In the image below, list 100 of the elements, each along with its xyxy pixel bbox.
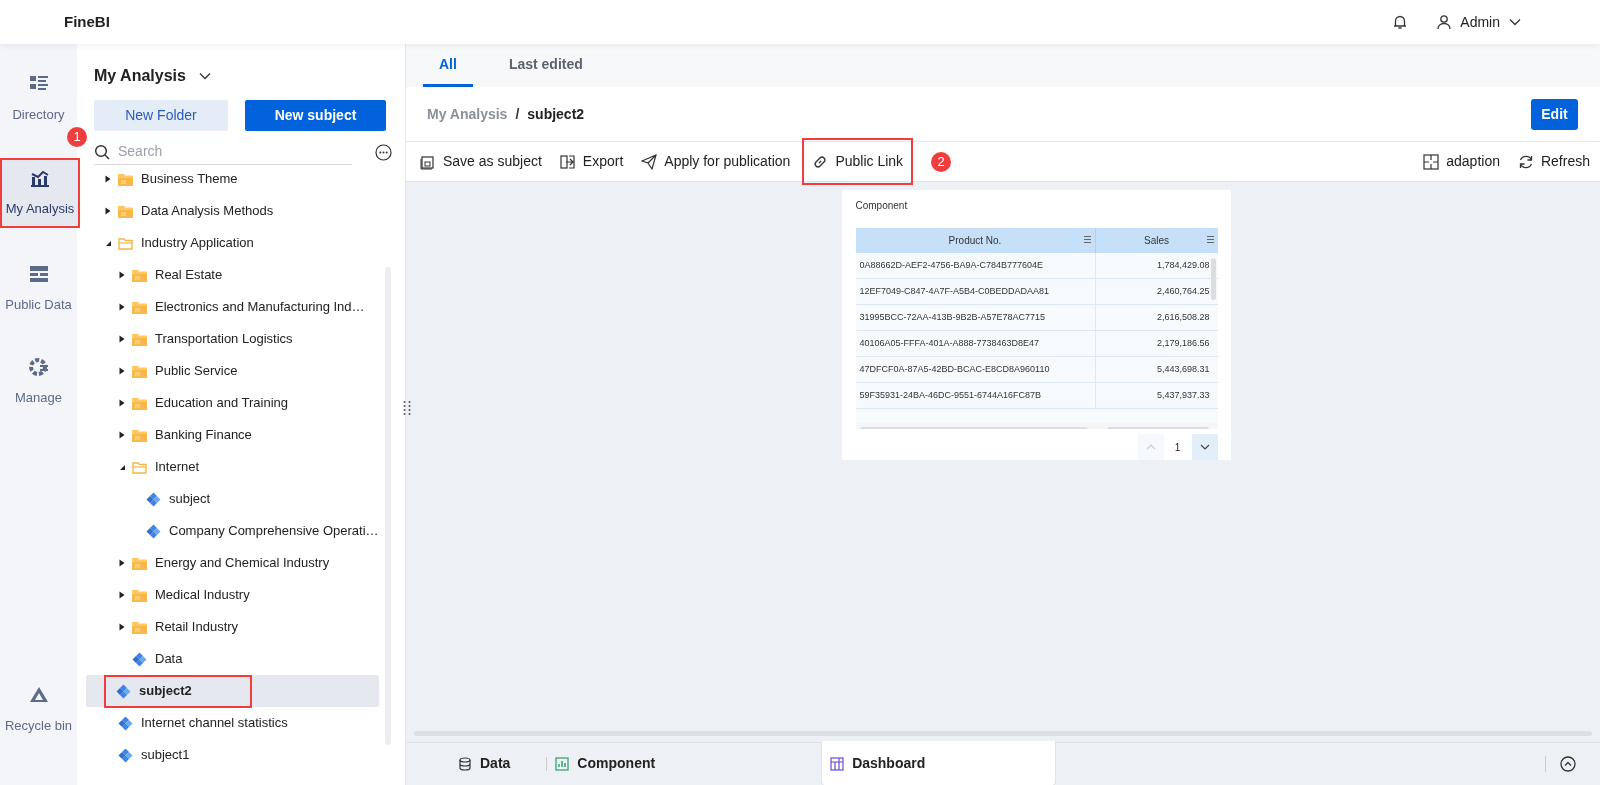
- toolbar-button[interactable]: Apply for publication: [641, 146, 791, 177]
- nav-item[interactable]: Recycle bin: [0, 675, 77, 745]
- table-cell: 0A88662D-AEF2-4756-BA9A-C784B777604E: [855, 253, 1096, 278]
- export-icon: [559, 153, 576, 170]
- send-icon: [641, 153, 658, 170]
- tree-item[interactable]: Business Theme: [86, 163, 379, 195]
- nav-item[interactable]: Manage: [0, 347, 77, 417]
- edit-button[interactable]: Edit: [1531, 98, 1578, 130]
- folder-icon: [132, 396, 147, 410]
- database-icon: [458, 756, 472, 771]
- table-cell-text: 2,616,508.28: [1155, 310, 1211, 324]
- user-icon: [1436, 14, 1453, 30]
- triangle-right-icon[interactable]: [118, 431, 126, 439]
- folder-icon: [132, 332, 147, 346]
- chevron-down-icon: [1199, 442, 1210, 452]
- toolbar-button[interactable]: Public Link: [802, 138, 914, 185]
- tree-item[interactable]: Internet channel statistics: [86, 707, 379, 739]
- toolbar-button[interactable]: Save as subject: [420, 146, 542, 177]
- folder-icon: [118, 236, 133, 250]
- bottom-tab[interactable]: Dashboard: [821, 741, 1057, 785]
- folder-icon: [132, 268, 147, 282]
- table-cell-text: 2,179,186.56: [1155, 336, 1211, 350]
- settings-icon: [27, 356, 50, 379]
- more-icon[interactable]: [375, 143, 392, 161]
- bottom-tab[interactable]: Component: [555, 742, 692, 785]
- triangle-right-icon[interactable]: [118, 303, 126, 311]
- diamond-icon: [118, 747, 133, 763]
- search-icon: [94, 143, 110, 160]
- step-badge: 2: [931, 151, 952, 172]
- grid-icon: [830, 756, 845, 771]
- user-menu[interactable]: Admin: [1436, 11, 1522, 33]
- triangle-right-icon[interactable]: [118, 559, 126, 567]
- tree-item[interactable]: Public Service: [86, 355, 379, 387]
- tree-item[interactable]: Industry Application: [86, 227, 379, 259]
- table-cell: 47DFCF0A-87A5-42BD-BCAC-E8CD8A960110: [855, 357, 1096, 382]
- table-cell: 12EF7049-C847-4A7F-A5B4-C0BEDDADAA81: [855, 279, 1096, 304]
- new-subject-button[interactable]: New subject: [245, 100, 386, 131]
- nav-item[interactable]: My Analysis: [0, 158, 80, 228]
- diamond-icon: [146, 491, 161, 507]
- tree-item[interactable]: Real Estate: [86, 259, 379, 291]
- folder-icon: [118, 204, 133, 218]
- tree-item[interactable]: Education and Training: [86, 387, 379, 419]
- drag-handle-icon[interactable]: [403, 400, 411, 416]
- tree-item[interactable]: Electronics and Manufacturing Ind…: [86, 291, 379, 323]
- folder-icon: [132, 428, 147, 442]
- tree-item[interactable]: Transportation Logistics: [86, 323, 379, 355]
- search-field[interactable]: Search: [118, 141, 318, 162]
- chevron-up-icon: [1145, 442, 1156, 452]
- triangle-down-icon[interactable]: [104, 239, 112, 247]
- triangle-right-icon[interactable]: [118, 335, 126, 343]
- tree-item[interactable]: Retail Industry: [86, 611, 379, 643]
- toolbar-button[interactable]: adaption: [1423, 146, 1500, 177]
- bottom-tab[interactable]: Data: [458, 742, 547, 785]
- app-logo: FineBI: [64, 11, 110, 32]
- triangle-right-icon[interactable]: [118, 271, 126, 279]
- diamond-icon: [146, 523, 161, 539]
- tree-item[interactable]: subject1: [86, 739, 379, 771]
- step-badge: 1: [67, 127, 87, 147]
- tree-item[interactable]: subject: [86, 483, 379, 515]
- bell-icon[interactable]: [1392, 14, 1409, 30]
- folder-icon: [132, 460, 147, 474]
- menu-icon[interactable]: [1083, 236, 1091, 243]
- table-cell: 40106A05-FFFA-401A-A888-7738463D8E47: [855, 331, 1096, 356]
- table-cell-text: 2,460,764.25: [1155, 284, 1211, 298]
- toolbar-button[interactable]: Export: [559, 146, 624, 177]
- tree-item[interactable]: Banking Finance: [86, 419, 379, 451]
- triangle-down-icon[interactable]: [118, 463, 126, 471]
- chart-icon: [555, 756, 570, 771]
- breadcrumb-current: subject2: [527, 104, 585, 124]
- new-folder-button[interactable]: New Folder: [94, 100, 228, 131]
- diamond-icon: [118, 715, 133, 731]
- diamond-icon: [132, 651, 147, 667]
- tree-item[interactable]: Internet: [86, 451, 379, 483]
- tree-item[interactable]: Energy and Chemical Industry: [86, 547, 379, 579]
- menu-icon[interactable]: [1206, 236, 1214, 243]
- triangle-right-icon[interactable]: [118, 623, 126, 631]
- save-icon: [420, 153, 436, 170]
- triangle-right-icon[interactable]: [104, 175, 112, 183]
- table-cell: 31995BCC-72AA-413B-9B2B-A57E78AC7715: [855, 305, 1096, 330]
- scrollbar[interactable]: [1210, 258, 1216, 300]
- tree-item[interactable]: Company Comprehensive Operati…: [86, 515, 379, 547]
- toolbar-button[interactable]: Refresh: [1517, 146, 1590, 177]
- tree-item[interactable]: Data Analysis Methods: [86, 195, 379, 227]
- tree-item[interactable]: Medical Industry: [86, 579, 379, 611]
- collapse-up-icon[interactable]: [1560, 756, 1576, 772]
- tree-item[interactable]: Data: [86, 643, 379, 675]
- tab[interactable]: Last edited: [492, 44, 599, 87]
- triangle-right-icon[interactable]: [118, 591, 126, 599]
- triangle-right-icon[interactable]: [118, 399, 126, 407]
- breadcrumb-separator: /: [515, 104, 520, 124]
- panel-title: My Analysis: [94, 66, 186, 86]
- folder-icon: [132, 620, 147, 634]
- column-header[interactable]: Sales: [1095, 228, 1218, 253]
- link-icon: [812, 153, 829, 170]
- tree-item[interactable]: subject2: [86, 675, 379, 707]
- triangle-right-icon[interactable]: [104, 207, 112, 215]
- fit-icon: [1423, 153, 1440, 170]
- table-cell: 59F35931-24BA-46DC-9551-6744A16FC87B: [855, 383, 1096, 408]
- triangle-right-icon[interactable]: [118, 367, 126, 375]
- nav-item[interactable]: Public Data: [0, 254, 77, 324]
